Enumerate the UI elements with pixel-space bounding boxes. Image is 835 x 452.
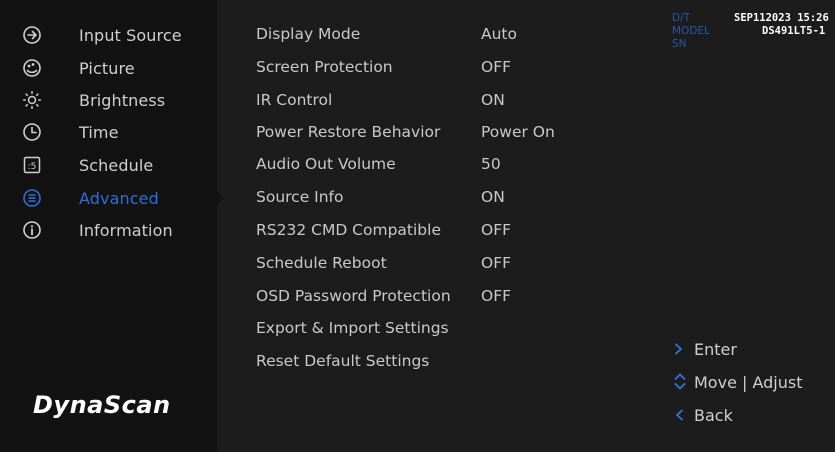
setting-row-power-restore-behavior[interactable]: Power Restore Behavior Power On (256, 118, 576, 146)
setting-value: OFF (481, 221, 512, 239)
dynascan-logo: DynaScan (33, 391, 171, 419)
info-model: MODEL DS491LT5-1 (672, 25, 835, 38)
hint-back-label: Back (694, 405, 733, 425)
setting-label: Power Restore Behavior (256, 123, 441, 141)
svg-text::5: :5 (28, 162, 37, 172)
setting-row-display-mode[interactable]: Display Mode Auto (256, 20, 576, 48)
info-model-label: MODEL (672, 25, 710, 37)
device-info: D/T SEP112023 15:26 MODEL DS491LT5-1 SN (672, 12, 835, 51)
setting-row-rs232-cmd-compatible[interactable]: RS232 CMD Compatible OFF (256, 216, 576, 244)
sidebar-item-input-source[interactable]: Input Source (22, 21, 212, 49)
input-source-icon (22, 25, 42, 45)
setting-value: 50 (481, 155, 501, 173)
info-sn: SN (672, 38, 835, 51)
chevron-right-icon (672, 342, 694, 356)
sidebar-item-label: Information (79, 220, 173, 240)
clock-icon (22, 122, 42, 142)
sidebar: Input Source Picture Brightness Time :5 … (0, 0, 217, 452)
setting-value: OFF (481, 254, 512, 272)
setting-value: Power On (481, 123, 555, 141)
info-icon (22, 220, 42, 240)
hint-move-adjust: Move | Adjust (672, 369, 802, 395)
sidebar-item-brightness[interactable]: Brightness (22, 86, 212, 114)
hint-back: Back (672, 402, 733, 428)
sidebar-item-label: Schedule (79, 155, 154, 175)
hint-move-adjust-label: Move | Adjust (694, 372, 803, 392)
setting-label: Export & Import Settings (256, 319, 449, 337)
setting-label: Source Info (256, 188, 344, 206)
chevron-up-down-icon (672, 371, 694, 393)
setting-label: Reset Default Settings (256, 352, 430, 370)
hint-enter-label: Enter (694, 339, 737, 359)
brightness-icon (22, 90, 42, 110)
setting-row-osd-password-protection[interactable]: OSD Password Protection OFF (256, 282, 576, 310)
hint-enter: Enter (672, 336, 737, 362)
info-sn-label: SN (672, 38, 687, 50)
setting-label: Screen Protection (256, 58, 393, 76)
setting-value: ON (481, 188, 505, 206)
chevron-left-icon (672, 408, 694, 422)
setting-label: Schedule Reboot (256, 254, 387, 272)
info-dt-label: D/T (672, 12, 691, 24)
sidebar-item-advanced[interactable]: Advanced (22, 184, 212, 212)
setting-row-reset-default-settings[interactable]: Reset Default Settings (256, 347, 576, 375)
sidebar-item-information[interactable]: Information (22, 216, 212, 244)
schedule-icon: :5 (22, 155, 42, 175)
setting-row-audio-out-volume[interactable]: Audio Out Volume 50 (256, 150, 576, 178)
setting-row-ir-control[interactable]: IR Control ON (256, 86, 576, 114)
setting-label: Display Mode (256, 25, 361, 43)
picture-icon (22, 58, 42, 78)
setting-value: ON (481, 91, 505, 109)
sidebar-item-label: Advanced (79, 188, 159, 208)
info-dt: D/T SEP112023 15:26 (672, 12, 835, 25)
sidebar-item-label: Input Source (79, 25, 182, 45)
setting-row-schedule-reboot[interactable]: Schedule Reboot OFF (256, 249, 576, 277)
info-dt-value: SEP112023 15:26 (734, 12, 829, 24)
setting-label: OSD Password Protection (256, 287, 451, 305)
setting-label: IR Control (256, 91, 333, 109)
setting-row-export-import-settings[interactable]: Export & Import Settings (256, 314, 576, 342)
active-item-pointer (217, 191, 224, 205)
setting-row-screen-protection[interactable]: Screen Protection OFF (256, 53, 576, 81)
sidebar-item-time[interactable]: Time (22, 118, 212, 146)
setting-label: Audio Out Volume (256, 155, 396, 173)
advanced-icon (22, 188, 42, 208)
setting-row-source-info[interactable]: Source Info ON (256, 183, 576, 211)
setting-label: RS232 CMD Compatible (256, 221, 441, 239)
sidebar-item-schedule[interactable]: :5 Schedule (22, 151, 212, 179)
setting-value: OFF (481, 287, 512, 305)
setting-value: Auto (481, 25, 517, 43)
info-model-value: DS491LT5-1 (762, 25, 826, 37)
sidebar-item-label: Picture (79, 58, 135, 78)
sidebar-item-picture[interactable]: Picture (22, 54, 212, 82)
setting-value: OFF (481, 58, 512, 76)
sidebar-item-label: Time (79, 122, 119, 142)
sidebar-item-label: Brightness (79, 90, 166, 110)
